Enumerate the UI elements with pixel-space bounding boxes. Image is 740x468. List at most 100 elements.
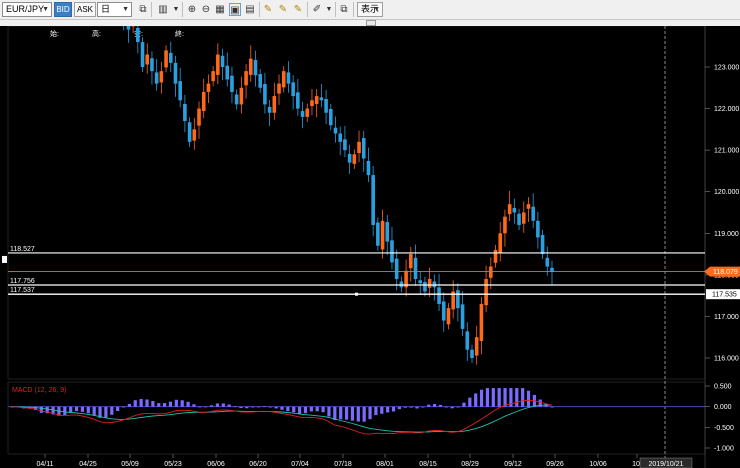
- candle-down: [465, 331, 470, 350]
- macd-histogram-bar: [286, 406, 290, 412]
- timeframe-select[interactable]: 日 ▼: [97, 2, 132, 17]
- ohlc-header-label: 終:: [175, 29, 184, 38]
- candle-up: [446, 308, 451, 325]
- chevron-down-icon: ▼: [42, 6, 49, 13]
- window-icon[interactable]: ▤: [244, 3, 256, 16]
- x-tick-label: 06/20: [249, 461, 267, 468]
- macd-histogram-bar: [180, 400, 184, 407]
- chevron-down-icon: ▼: [122, 6, 129, 13]
- candle-up: [248, 58, 253, 75]
- zoom-in-icon[interactable]: ⊕: [186, 3, 198, 16]
- macd-histogram-bar: [433, 403, 437, 407]
- macd-histogram-bar: [227, 404, 231, 407]
- x-tick-label: 04/25: [79, 461, 97, 468]
- candle-up: [239, 87, 244, 105]
- symbol-select[interactable]: EUR/JPY ▼: [2, 2, 52, 17]
- candle-up: [277, 83, 281, 94]
- candle-down: [263, 84, 267, 105]
- macd-histogram-bar: [386, 406, 390, 413]
- pen-icon[interactable]: ✐: [311, 3, 323, 16]
- hline-price-tag-label: 117.535: [712, 292, 737, 299]
- popout-icon[interactable]: ⧉: [338, 3, 350, 16]
- candle-down: [328, 108, 333, 126]
- candle-down: [470, 349, 474, 358]
- candle-down: [168, 52, 173, 63]
- macd-histogram-bar: [321, 406, 325, 413]
- y-tick-label: 123.000: [714, 65, 739, 72]
- macd-histogram-bar: [104, 406, 108, 418]
- macd-histogram-bar: [298, 406, 302, 414]
- candle-down: [512, 207, 517, 213]
- candle-up: [380, 220, 385, 250]
- macd-histogram-bar: [63, 406, 67, 416]
- macd-histogram-bar: [268, 406, 272, 408]
- macd-histogram-bar: [86, 406, 90, 414]
- candle-down: [230, 75, 234, 92]
- chevron-down-icon[interactable]: ▼: [325, 3, 333, 16]
- ohlc-header-label: 始:: [50, 29, 59, 38]
- chevron-down-icon[interactable]: ▼: [172, 3, 180, 16]
- macd-histogram-bar: [133, 400, 137, 407]
- macd-histogram-bar: [503, 388, 507, 407]
- y-tick-label: 117.000: [714, 314, 739, 321]
- note-edit-icon[interactable]: ✎: [277, 3, 289, 16]
- macd-histogram-bar: [456, 406, 460, 408]
- layout-icon[interactable]: ▣: [229, 3, 241, 16]
- horizontal-line-label: 117.756: [10, 278, 35, 285]
- toolbar-divider: [307, 2, 308, 17]
- x-tick-label: 06/06: [207, 461, 225, 468]
- bid-button[interactable]: BID: [54, 2, 72, 17]
- candle-down: [150, 58, 154, 72]
- macd-histogram-bar: [491, 388, 495, 407]
- macd-histogram-bar: [151, 401, 155, 407]
- candle-up: [474, 337, 479, 356]
- candle-down: [376, 222, 380, 246]
- macd-histogram-bar: [74, 406, 79, 412]
- candle-up: [281, 71, 286, 88]
- zoom-out-icon[interactable]: ⊖: [200, 3, 212, 16]
- x-tick-label: 10/06: [589, 461, 607, 468]
- display-menu[interactable]: 表示 ▼: [357, 2, 383, 17]
- macd-histogram-bar: [362, 406, 366, 422]
- y-tick-label: 116.000: [714, 356, 739, 363]
- x-tick-label: 07/18: [334, 461, 352, 468]
- chart-type-icon[interactable]: ▥: [155, 3, 171, 16]
- candle-up: [244, 71, 248, 86]
- macd-histogram-bar: [192, 404, 196, 407]
- macd-histogram-bar: [497, 388, 501, 407]
- timeframe-value: 日: [101, 4, 111, 14]
- candle-down: [286, 72, 291, 84]
- candle-up: [216, 54, 220, 75]
- candle-down: [441, 301, 446, 321]
- x-tick-label: 08/15: [419, 461, 437, 468]
- x-tick-label: 08/29: [461, 461, 479, 468]
- macd-histogram-bar: [239, 406, 243, 409]
- x-tick-label: 07/04: [291, 461, 309, 468]
- candle-up: [192, 129, 197, 141]
- candle-up: [409, 254, 413, 269]
- candle-down: [437, 287, 441, 304]
- macd-histogram-bar: [485, 388, 490, 407]
- macd-histogram-bar: [262, 406, 266, 408]
- macd-histogram-bar: [204, 406, 208, 408]
- macd-histogram-bar: [127, 403, 131, 407]
- macd-histogram-bar: [157, 403, 161, 407]
- ask-button[interactable]: ASK: [74, 2, 96, 17]
- macd-histogram-bar: [168, 401, 173, 407]
- candle-up: [211, 71, 215, 82]
- macd-histogram-bar: [444, 406, 448, 408]
- macd-histogram-bar: [198, 406, 202, 408]
- candle-up: [352, 154, 357, 164]
- macd-y-tick-label: -0.500: [714, 425, 734, 432]
- candle-down: [140, 42, 145, 67]
- note-icon[interactable]: ✎: [262, 3, 274, 16]
- sync-icon[interactable]: ⧉: [137, 3, 149, 16]
- grid-icon[interactable]: ▦: [214, 3, 226, 16]
- note-list-icon[interactable]: ✎: [292, 3, 304, 16]
- line-handle: [2, 255, 7, 263]
- x-tick-label: 09/26: [546, 461, 564, 468]
- candle-up: [521, 212, 526, 224]
- macd-histogram-bar: [121, 406, 126, 408]
- ohlc-header-label: 高:: [92, 29, 101, 38]
- candle-down: [371, 175, 375, 225]
